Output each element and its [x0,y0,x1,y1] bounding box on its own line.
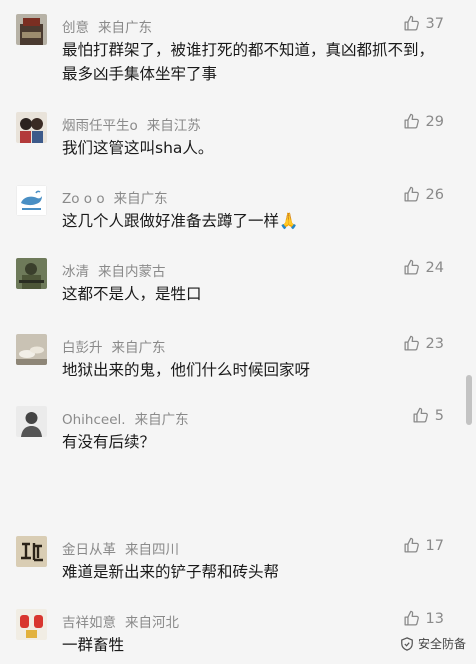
watermark-label: 安全防备 [417,637,466,651]
like-button[interactable]: 37 [403,15,444,32]
comment-text: 难道是新出来的铲子帮和砖头帮 [62,563,280,581]
thumbs-up-icon [413,407,428,423]
like-count: 17 [425,537,444,554]
comment-text: 有没有后续？ [62,433,156,451]
comment-text-body: 这几个人跟做好准备去蹲了一样 [62,212,280,230]
location-label: 来自广东 [98,20,152,36]
avatar-calligraphy-icon[interactable] [16,536,47,567]
like-count: 29 [425,113,444,130]
like-count: 37 [425,15,444,32]
comment-meta: 烟雨任平生o 来自江苏 [62,114,201,134]
comment-meta: Zo o o 来自广东 [62,187,168,207]
like-button[interactable]: 5 [412,407,444,424]
like-count: 5 [434,407,444,424]
avatar-shoes-icon[interactable] [16,334,47,365]
like-button[interactable]: 26 [403,186,444,203]
location-label: 来自广东 [111,340,166,356]
avatar-soldier-icon[interactable] [16,258,47,289]
username[interactable]: Ohihceel. [62,412,126,428]
avatar-whale-icon[interactable] [16,185,47,216]
like-count: 26 [425,186,444,203]
like-button[interactable]: 17 [403,537,444,554]
comment-meta: 创意 来自广东 [62,16,152,36]
thumbs-up-icon [404,259,419,275]
location-label: 来自四川 [125,542,179,558]
scrollbar-thumb[interactable] [466,375,472,425]
username[interactable]: 白彭升 [62,340,103,356]
comment-text: 这几个人跟做好准备去蹲了一样🙏 [62,209,442,233]
avatar-building-icon[interactable] [16,14,47,45]
comment-meta: 白彭升 来自广东 [62,336,166,356]
comment-text: 这都不是人，是牲口 [62,285,202,303]
thumbs-up-icon [404,15,419,31]
location-label: 来自广东 [113,191,168,207]
username[interactable]: 冰清 [62,264,89,280]
like-button[interactable]: 24 [403,259,444,276]
thumbs-up-icon [404,186,419,202]
location-label: 来自河北 [125,615,179,631]
comment-text: 最怕打群架了，被谁打死的都不知道，真凶都抓不到，最多凶手集体坐牢了事 [62,41,435,83]
comment-text: 一群畜牲 [62,636,125,654]
comment-text: 我们这管这叫sha人。 [62,139,214,157]
shield-icon [401,636,413,651]
praying-hands-emoji: 🙏 [279,212,299,230]
username[interactable]: 吉祥如意 [62,615,116,631]
location-label: 来自江苏 [146,118,201,134]
comment-meta: 金日从革 来自四川 [62,538,179,558]
thumbs-up-icon [404,335,419,351]
like-count: 24 [425,259,444,276]
like-button[interactable]: 23 [403,335,444,352]
like-count: 13 [425,610,444,627]
username[interactable]: Zo o o [62,191,105,207]
avatar-couple-icon[interactable] [16,112,47,143]
thumbs-up-icon [404,537,419,553]
like-button[interactable]: 29 [403,113,444,130]
username[interactable]: 创意 [62,20,89,36]
location-label: 来自内蒙古 [98,264,166,280]
comment-meta: Ohihceel. 来自广东 [62,408,189,428]
avatar-lantern-icon[interactable] [16,609,47,640]
thumbs-up-icon [404,113,419,129]
thumbs-up-icon [404,610,419,626]
username[interactable]: 金日从革 [62,542,116,558]
comment-text: 地狱出来的鬼，他们什么时候回家呀 [62,361,311,379]
like-button[interactable]: 13 [403,610,444,627]
watermark: 安全防备 [400,635,466,652]
like-count: 23 [425,335,444,352]
location-label: 来自广东 [134,412,189,428]
username[interactable]: 烟雨任平生o [62,118,138,134]
avatar-person-icon[interactable] [16,406,47,437]
comment-meta: 吉祥如意 来自河北 [62,611,179,631]
comment-meta: 冰清 来自内蒙古 [62,260,166,280]
